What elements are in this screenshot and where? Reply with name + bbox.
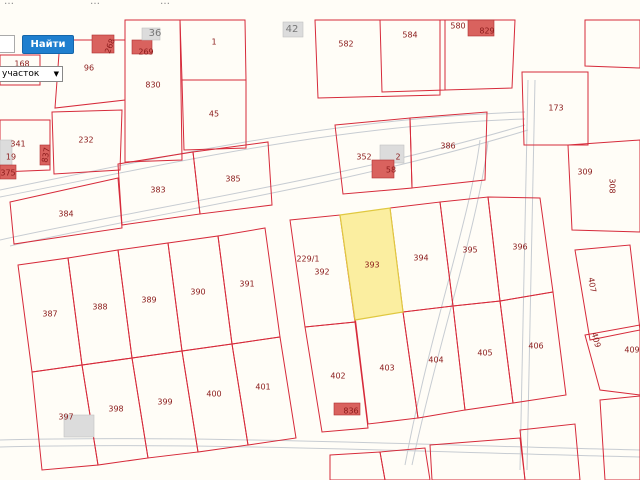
search-button[interactable]: Найти — [22, 35, 74, 54]
plot-bottom-5 — [599, 395, 640, 480]
plot-number: 580 — [450, 22, 465, 31]
plot-number: 173 — [548, 104, 563, 113]
plot-boundaries — [0, 19, 640, 480]
plot-number: 397 — [58, 413, 73, 422]
plot-number: 836 — [343, 407, 358, 416]
plot-1 — [179, 19, 247, 81]
plot-number: 409 — [590, 331, 603, 348]
plot-number: 387 — [42, 310, 57, 319]
plot-number: 269 — [138, 48, 153, 57]
plot-number: 58 — [386, 166, 396, 175]
plot-number: 401 — [255, 383, 270, 392]
plot-number: 388 — [92, 303, 107, 312]
plot-number: 395 — [462, 246, 477, 255]
plot-number: 19 — [6, 153, 16, 162]
plot-number: 829 — [479, 27, 494, 36]
plot-number: 341 — [10, 140, 25, 149]
cadastral-map[interactable]: 168 96 268 269 36 1 42 582 584 580 829 8… — [0, 0, 640, 480]
plot-number: 402 — [330, 372, 345, 381]
plot-number: 383 — [150, 186, 165, 195]
plot-number: 396 — [512, 243, 527, 252]
plot-number: 36 — [149, 28, 162, 39]
plot-number: 391 — [239, 280, 254, 289]
chevron-down-icon: ▼ — [53, 70, 59, 78]
plot-number: 309 — [577, 168, 592, 177]
plot-bottom-4 — [519, 423, 581, 480]
plot-309 — [567, 139, 640, 233]
plot-number: 409 — [624, 346, 639, 355]
object-type-value: участок — [2, 69, 40, 79]
plot-number: 386 — [440, 142, 455, 151]
plot-582 — [314, 19, 441, 99]
plot-number: 390 — [190, 288, 205, 297]
plot-number: 42 — [286, 24, 299, 35]
plot-number: 385 — [225, 175, 240, 184]
plot-number: 405 — [477, 349, 492, 358]
plot-top-right — [584, 19, 640, 69]
plot-number: 582 — [338, 40, 353, 49]
plot-number: 1 — [211, 38, 216, 47]
plot-number: 392 — [314, 268, 329, 277]
plot-number: 389 — [141, 296, 156, 305]
plot-number: 400 — [206, 390, 221, 399]
plot-number: 232 — [78, 136, 93, 145]
plot-number: 96 — [84, 64, 94, 73]
plot-number: 406 — [528, 342, 543, 351]
buildings — [0, 19, 495, 438]
plot-number: 404 — [428, 356, 443, 365]
plot-bottom-3 — [429, 437, 526, 480]
plot-number: 2 — [395, 153, 400, 162]
plot-number: 45 — [209, 110, 219, 119]
plot-number: 394 — [413, 254, 428, 263]
plot-number: 308 — [608, 178, 617, 193]
plot-number: 830 — [145, 81, 160, 90]
plot-number: 229/1 — [296, 255, 319, 264]
plot-number: 352 — [356, 153, 371, 162]
plot-number: 384 — [58, 210, 73, 219]
plot-number: 393 — [364, 261, 379, 270]
plot-number: 399 — [157, 398, 172, 407]
plot-number: 375 — [0, 169, 15, 178]
search-input[interactable] — [0, 35, 15, 53]
object-type-select[interactable]: участок ▼ — [0, 66, 63, 82]
plot-number: 584 — [402, 31, 417, 40]
plot-bottom-1 — [329, 451, 386, 480]
plot-number: 403 — [379, 364, 394, 373]
plot-number: 407 — [586, 277, 598, 294]
plot-407 — [574, 244, 640, 341]
plot-number: 398 — [108, 405, 123, 414]
